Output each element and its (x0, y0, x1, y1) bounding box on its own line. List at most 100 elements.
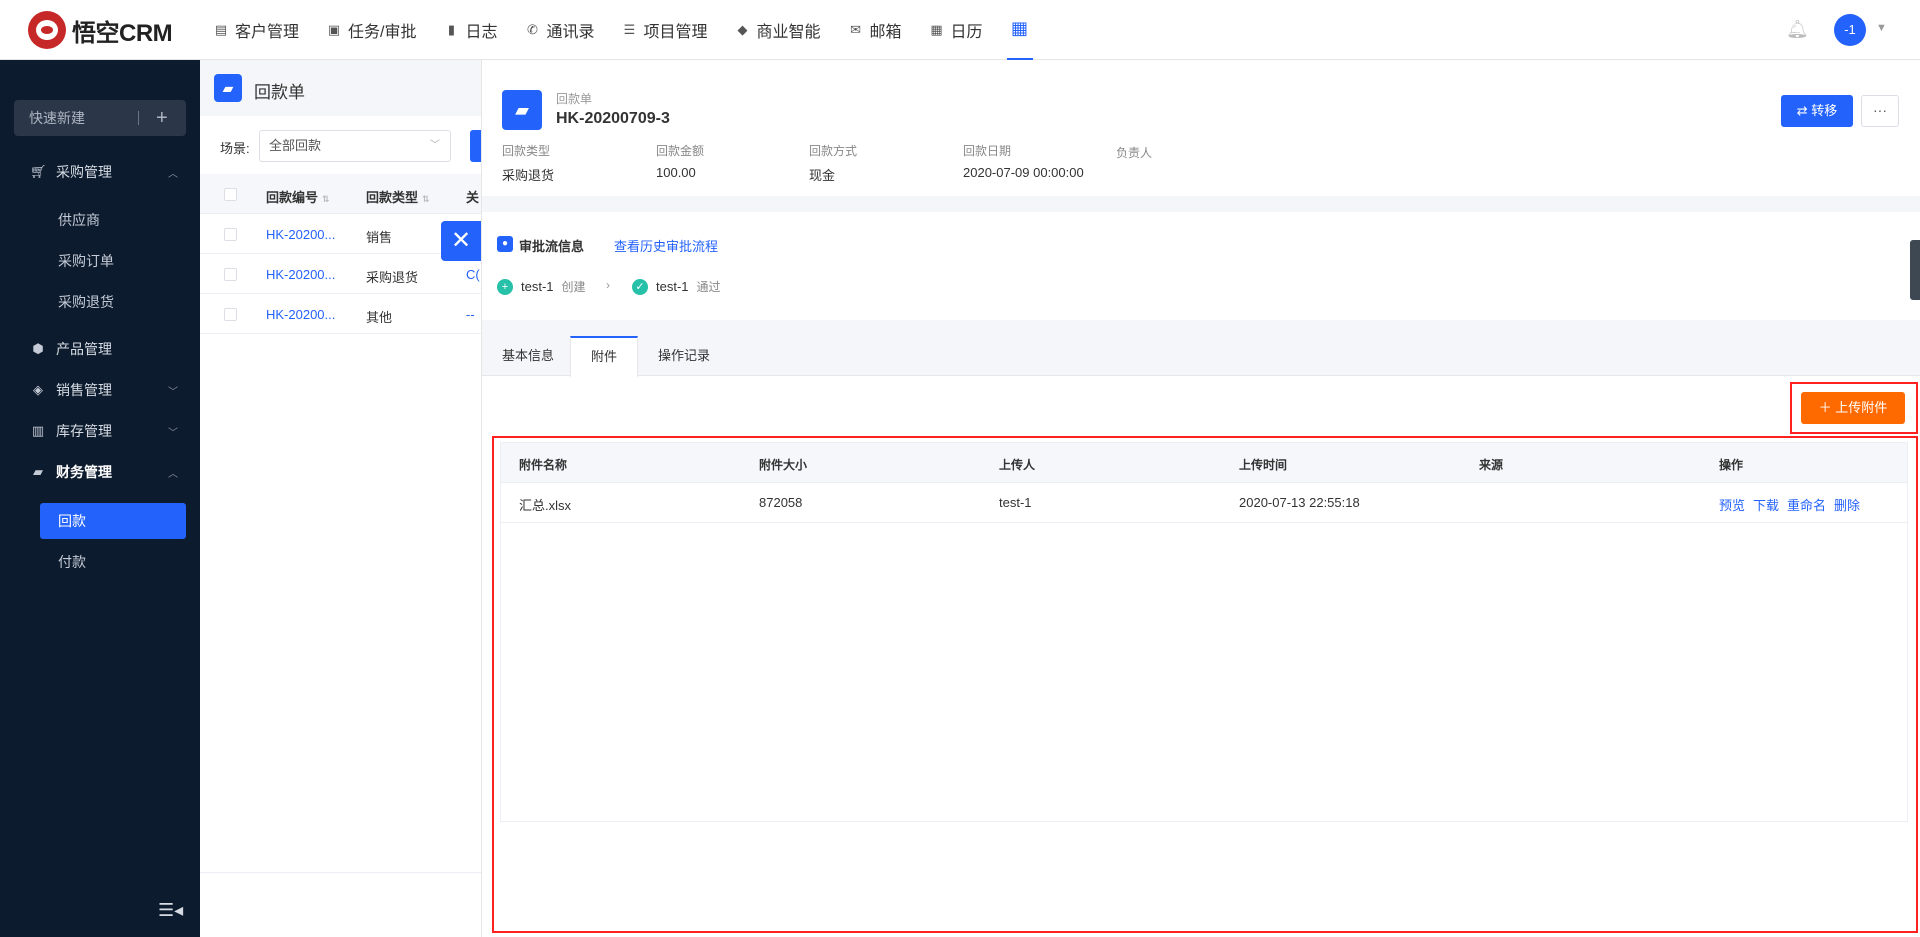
field-label: 回款方式 (809, 144, 858, 158)
tab-bar: 基本信息 附件 操作记录 (482, 336, 1920, 377)
bell-icon[interactable]: 🔔︎ (1786, 19, 1809, 41)
detail-subtitle: 回款单 (556, 92, 593, 106)
sidebar-group-label: 财务管理 (56, 464, 112, 480)
sort-icon[interactable]: ⇅ (422, 194, 430, 204)
related-link[interactable]: C( (466, 267, 480, 282)
nav-label: 日历 (950, 24, 983, 41)
approval-section: ● 审批流信息 查看历史审批流程 + test-1 创建 › ✓ test-1 … (482, 212, 1920, 320)
tab-attachments[interactable]: 附件 (570, 336, 639, 377)
receivable-icon: ▰ (214, 74, 242, 102)
approval-history-link[interactable]: 查看历史审批流程 (614, 236, 718, 255)
chevron-down-icon: ﹀ (168, 427, 178, 439)
phone-icon: ✆ (527, 22, 538, 37)
column-header[interactable]: 回款编号 ⇅ (266, 187, 330, 206)
logo-text: 悟空CRM (72, 19, 173, 47)
transfer-icon: ⇄ (1796, 103, 1812, 118)
field-value: 现金 (809, 168, 836, 183)
list-header: ▰ 回款单 (200, 60, 500, 116)
close-drawer-button[interactable]: ✕ (441, 221, 481, 261)
receivable-icon: ▰ (502, 90, 542, 130)
sidebar-item-receivable[interactable]: 回款 (40, 503, 186, 539)
sidebar-group-inventory[interactable]: ▥ 库存管理 ﹀ (0, 412, 200, 450)
list-footer (200, 872, 500, 937)
sidebar-group-product[interactable]: ⬢ 产品管理 (0, 330, 200, 368)
field-type: 回款类型 采购退货 (502, 142, 554, 184)
field-value: 2020-07-09 00:00:00 (963, 165, 1084, 180)
sidebar-group-finance[interactable]: ▰ 财务管理 ︿ (0, 453, 200, 491)
log-icon: ▮ (447, 22, 456, 37)
row-checkbox[interactable] (224, 268, 237, 281)
sidebar: 快速新建 + 🛒︎ 采购管理 ︿ 供应商 采购订单 采购退货 ⬢ 产品管理 ◈ 销售管理… (0, 60, 200, 937)
avatar[interactable]: -1 (1834, 14, 1866, 46)
field-label: 负责人 (1116, 146, 1153, 160)
column-label: 回款类型 (366, 190, 419, 205)
receivable-type: 其他 (366, 310, 393, 325)
nav-bi[interactable]: ◆ 商业智能 (722, 0, 835, 60)
row-checkbox[interactable] (224, 228, 237, 241)
sidebar-item-purchase-order[interactable]: 采购订单 (0, 242, 200, 280)
tab-basic-info[interactable]: 基本信息 (482, 336, 574, 376)
receivable-no-link[interactable]: HK-20200... (266, 227, 335, 242)
quick-new-label: 快速新建 (29, 110, 85, 126)
briefcase-icon: ▣ (327, 22, 341, 37)
sidebar-group-label: 库存管理 (56, 423, 112, 439)
column-label: 回款编号 (266, 190, 319, 205)
field-owner: 负责人 (1116, 144, 1152, 167)
nav-apps[interactable]: ▦ (997, 0, 1043, 60)
scene-label: 场景: (220, 141, 250, 156)
nav-log[interactable]: ▮ 日志 (430, 0, 511, 60)
field-method: 回款方式 现金 (809, 142, 857, 184)
sidebar-item-purchase-return[interactable]: 采购退货 (0, 283, 200, 321)
sidebar-item-supplier[interactable]: 供应商 (0, 201, 200, 239)
nav-customer[interactable]: ▤ 客户管理 (200, 0, 313, 60)
receivable-no-link[interactable]: HK-20200... (266, 307, 335, 322)
cart-icon: 🛒︎ (30, 164, 47, 179)
page-title: 回款单 (254, 83, 305, 102)
row-checkbox[interactable] (224, 308, 237, 321)
more-button[interactable]: ··· (1861, 95, 1899, 127)
mail-icon: ✉ (850, 22, 861, 37)
sidebar-item-payment[interactable]: 付款 (0, 543, 200, 581)
grid-apps-icon: ▦ (1011, 18, 1029, 38)
sidebar-group-purchase[interactable]: 🛒︎ 采购管理 ︿ (0, 153, 200, 191)
chevron-right-icon: › (606, 278, 610, 292)
scene-select[interactable]: 全部回款 ﹀ (259, 130, 451, 162)
nav-label: 商业智能 (756, 24, 821, 41)
receivable-type: 采购退货 (366, 270, 419, 285)
nav-project[interactable]: ☰ 项目管理 (609, 0, 722, 60)
warehouse-icon: ▥ (31, 423, 45, 438)
sidebar-group-sales[interactable]: ◈ 销售管理 ﹀ (0, 371, 200, 409)
step-user: test-1 (656, 279, 689, 294)
field-value: 采购退货 (502, 168, 555, 183)
detail-title: HK-20200709-3 (556, 110, 670, 127)
close-icon: ✕ (450, 227, 472, 254)
receivable-type: 销售 (366, 230, 393, 245)
receivable-no-link[interactable]: HK-20200... (266, 267, 335, 282)
sort-icon[interactable]: ⇅ (322, 194, 330, 204)
detail-drawer: ▰ 回款单 HK-20200709-3 ⇄ 转移 ··· 回款类型 采购退货 回款… (481, 60, 1920, 937)
nav-task[interactable]: ▣ 任务/审批 (313, 0, 430, 60)
table-row[interactable]: HK-20200... 其他 -- (200, 294, 500, 334)
nav-mail[interactable]: ✉ 邮箱 (835, 0, 916, 60)
collapse-menu-icon[interactable]: ☰◂ (158, 900, 183, 921)
quick-new-button[interactable]: 快速新建 + (14, 100, 186, 136)
user-icon: ● (497, 236, 513, 252)
select-all-checkbox[interactable] (224, 188, 237, 201)
transfer-button[interactable]: ⇄ 转移 (1781, 95, 1853, 127)
scroll-handle[interactable] (1910, 240, 1920, 300)
monkey-logo-icon (28, 11, 66, 49)
tab-operation-log[interactable]: 操作记录 (638, 336, 730, 376)
logo[interactable]: 悟空CRM (28, 10, 173, 50)
related-link[interactable]: -- (466, 307, 475, 322)
list-page: ▰ 回款单 场景: 全部回款 ﹀ 回款编号 ⇅ 回款类型 ⇅ 关 HK-20200..… (200, 60, 500, 937)
nav-contacts[interactable]: ✆ 通讯录 (511, 0, 608, 60)
project-icon: ☰ (623, 22, 636, 37)
field-label: 回款日期 (963, 144, 1012, 158)
check-circle-icon: ✓ (632, 278, 648, 295)
nav-menu: ▤ 客户管理 ▣ 任务/审批 ▮ 日志 ✆ 通讯录 ☰ 项目管理 ◆ 商业智能 ✉ 邮箱 ▦ 日… (200, 0, 1043, 60)
chevron-up-icon: ︿ (168, 168, 178, 180)
caret-down-icon[interactable]: ▼ (1876, 22, 1887, 34)
nav-calendar[interactable]: ▦ 日历 (916, 0, 997, 60)
column-header[interactable]: 回款类型 ⇅ (366, 187, 430, 206)
chevron-down-icon: ﹀ (430, 140, 440, 151)
